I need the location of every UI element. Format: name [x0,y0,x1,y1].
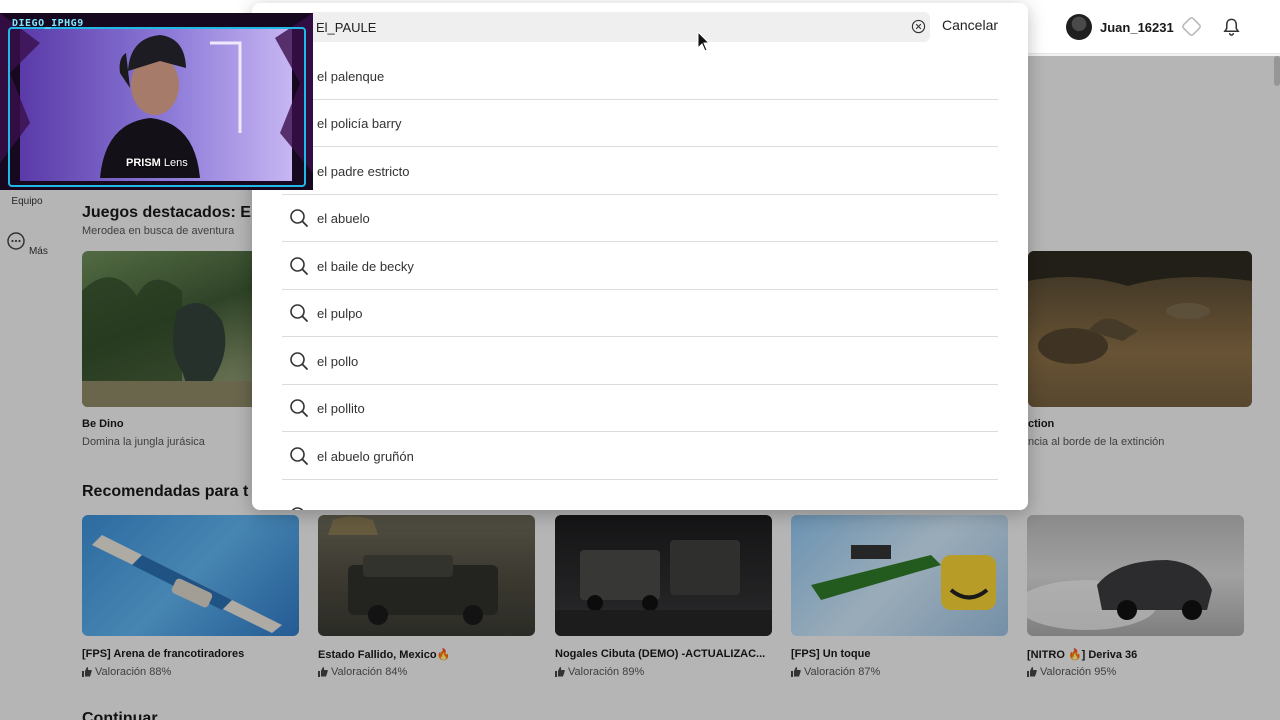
suggestion-text: el pollo [317,353,359,369]
cancel-button[interactable]: Cancelar [942,17,998,33]
search-icon [290,399,308,417]
suggestion-text: el pulpo [317,305,363,321]
search-icon [290,257,308,275]
search-suggestion[interactable]: el baile de becky [282,243,998,290]
streamer-name: DIEGO_IPHG9 [12,18,84,29]
search-icon [290,209,308,227]
search-input[interactable] [316,17,896,37]
suggestion-text: el abuelo [317,210,370,226]
prism-lens-watermark: PRISM Lens [126,157,188,169]
robux-icon[interactable] [1180,15,1203,38]
search-icon [290,304,308,322]
suggestion-text: el policía barry [317,115,402,131]
clear-search-icon[interactable] [911,19,926,34]
search-suggestion[interactable]: el palenque [282,53,998,100]
search-suggestion[interactable]: el pollito [282,385,998,432]
search-suggestion[interactable]: el abuelo gruñón [282,433,998,480]
suggestion-text: el baile de becky [317,258,414,274]
avatar [1066,14,1092,40]
search-icon [290,352,308,370]
user-profile-link[interactable]: Juan_16231 [1066,13,1174,41]
suggestion-text: el pollito [317,400,365,416]
suggestion-text: el padre estricto [317,163,410,179]
mouse-cursor-icon [697,31,711,52]
search-suggestion[interactable]: el abuelo [282,195,998,242]
webcam-overlay: DIEGO_IPHG9 PRISM Lens [0,13,313,190]
search-suggestion[interactable]: el padre estricto [282,148,998,195]
search-field[interactable] [308,12,930,42]
search-suggestion[interactable]: el pollo [282,338,998,385]
bell-icon[interactable] [1222,17,1241,37]
suggestion-text: el abuelo gruñón [317,448,414,464]
search-suggestion[interactable] [282,481,998,510]
search-dropdown: Cancelar el palenque el policía barry el… [252,3,1028,510]
search-suggestion[interactable]: el policía barry [282,100,998,147]
suggestion-text: el palenque [317,68,385,84]
search-icon [290,447,308,465]
search-suggestion[interactable]: el pulpo [282,290,998,337]
username-label: Juan_16231 [1100,19,1174,35]
search-icon [291,506,304,510]
